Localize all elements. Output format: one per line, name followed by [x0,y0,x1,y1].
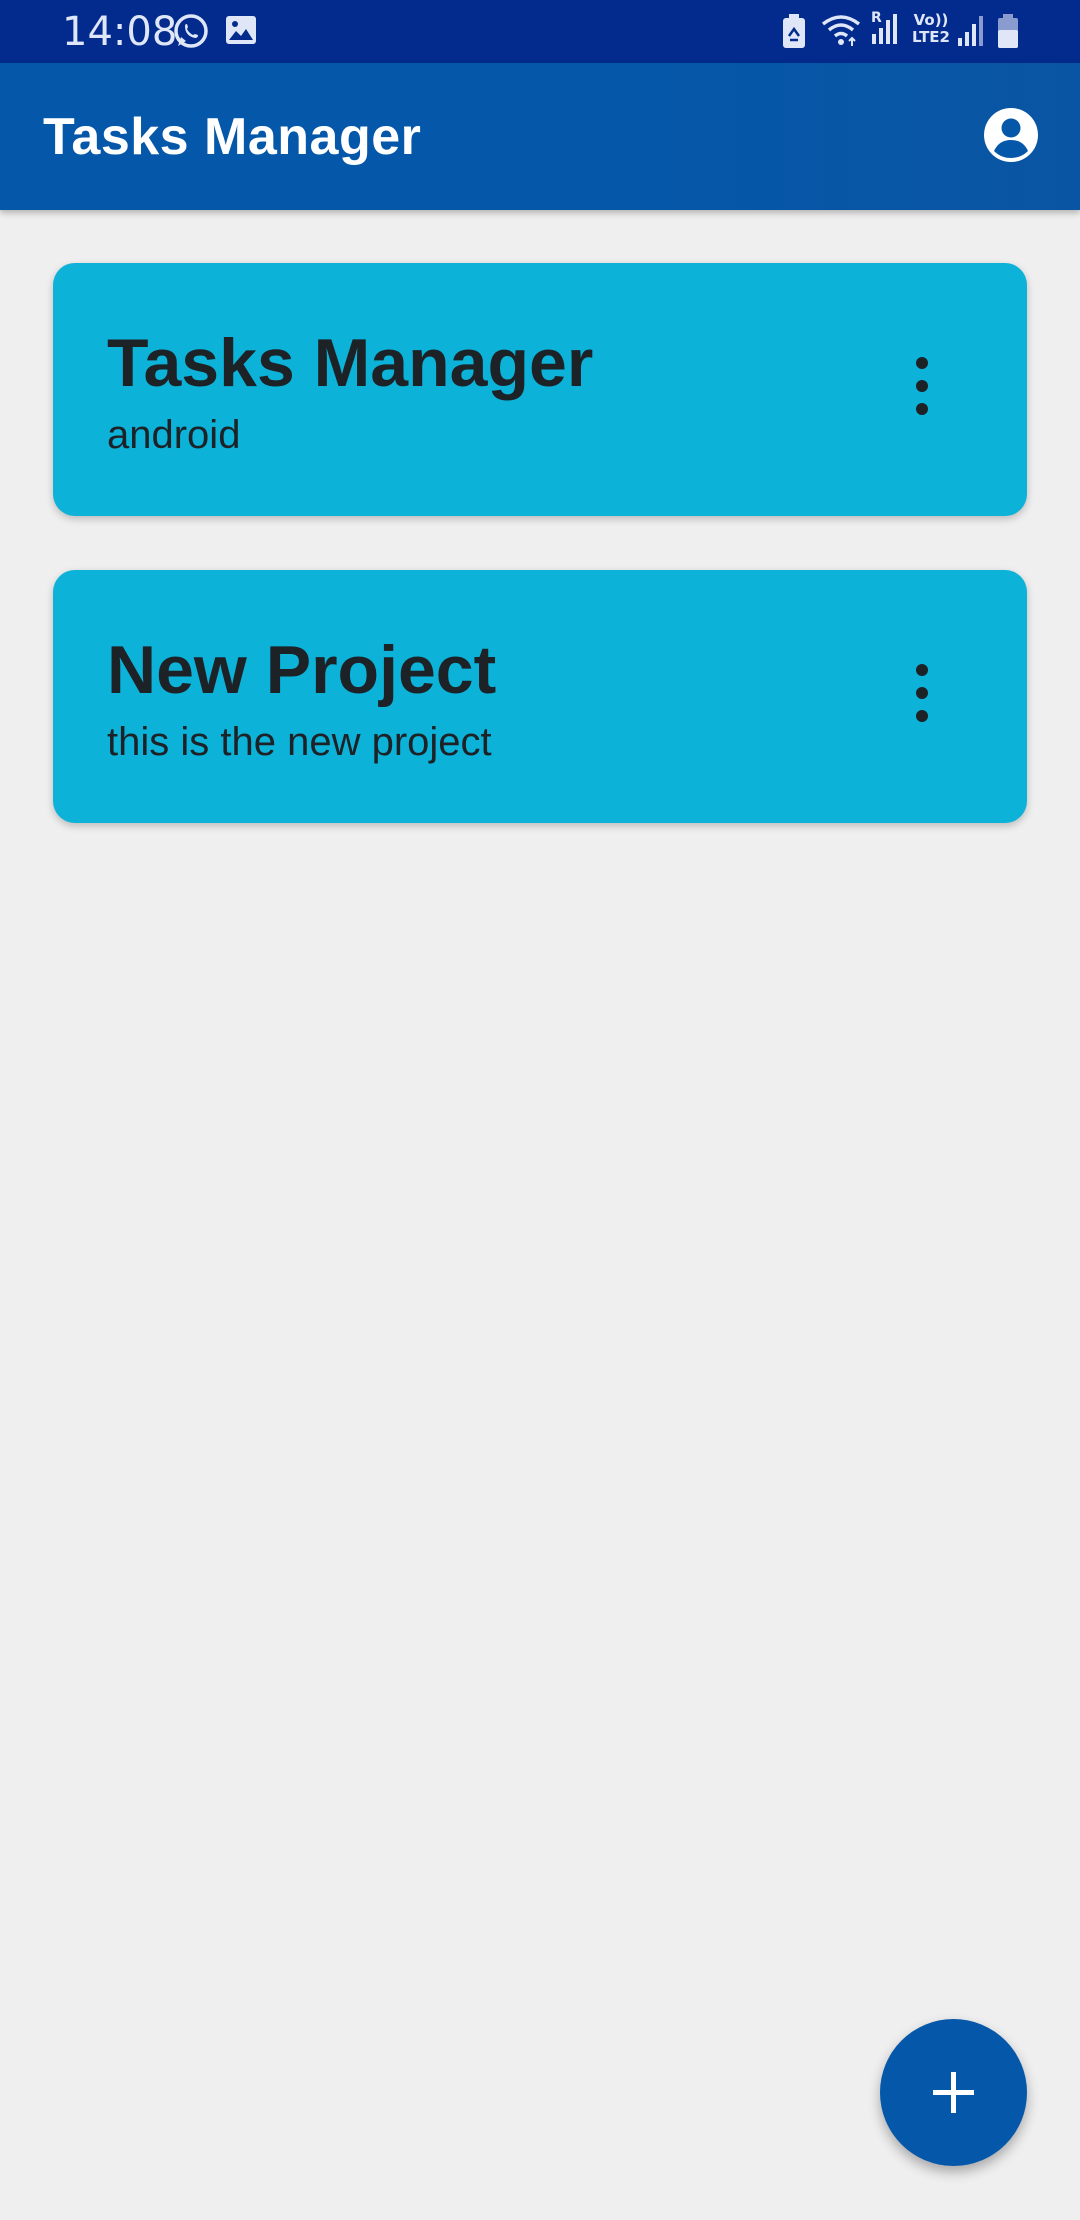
volte-lte2-icon: Vo)) LTE2 [908,12,954,52]
account-button[interactable] [983,107,1039,163]
more-vert-icon [916,357,928,415]
project-card[interactable]: Tasks Manager android [53,263,1027,516]
project-title: Tasks Manager [107,325,594,401]
add-project-button[interactable] [880,2019,1027,2166]
svg-text:R: R [871,10,882,26]
account-circle-icon [984,108,1038,162]
volte-label: Vo)) [913,11,949,29]
more-vert-icon [916,664,928,722]
more-options-button[interactable] [907,353,937,419]
battery-icon [996,12,1020,55]
status-bar: 14:08 R Vo)) LTE2 [0,0,1080,63]
whatsapp-icon [172,12,210,55]
project-description: this is the new project [107,720,492,764]
lte-label: LTE2 [912,28,950,46]
gallery-icon [224,13,258,52]
more-options-button[interactable] [907,660,937,726]
signal-roaming-icon: R [868,8,904,53]
app-bar: Tasks Manager [0,63,1080,210]
app-title: Tasks Manager [43,108,422,166]
status-time: 14:08 [62,9,178,55]
project-title: New Project [107,632,497,708]
battery-saver-icon [780,12,808,55]
plus-icon [933,2072,974,2113]
project-description: android [107,413,241,457]
project-card[interactable]: New Project this is the new project [53,570,1027,823]
signal-icon [956,14,986,53]
wifi-icon [820,12,862,53]
